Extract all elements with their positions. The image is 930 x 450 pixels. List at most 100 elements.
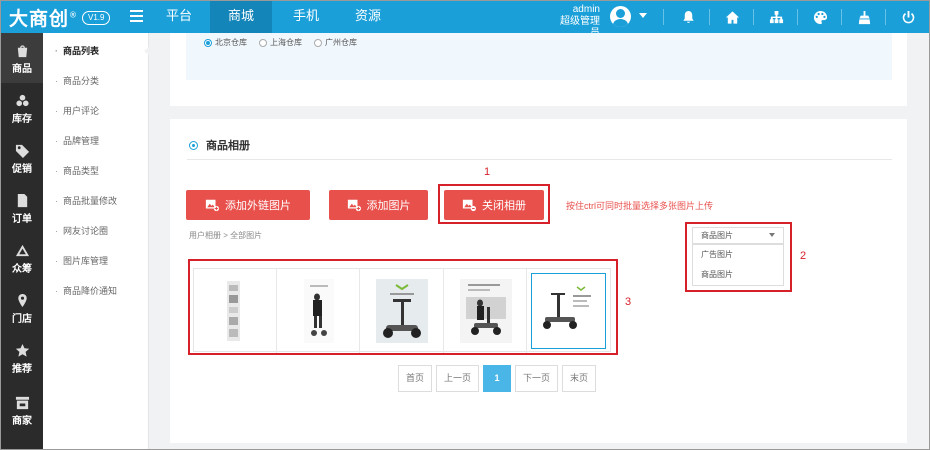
image-add-icon xyxy=(347,199,361,212)
add-external-image-button[interactable]: 添加外链图片 xyxy=(186,190,310,220)
submenu-item-categories[interactable]: 商品分类 xyxy=(43,66,149,96)
broom-icon[interactable] xyxy=(844,1,884,33)
dropdown-option-ad-images[interactable]: 广告图片 xyxy=(693,245,783,265)
sidebar-item-merchants[interactable]: 商家 xyxy=(1,385,43,435)
close-album-button[interactable]: 关闭相册 xyxy=(444,190,544,220)
image-type-select[interactable]: 商品图片 xyxy=(692,227,784,244)
page-current-button[interactable]: 1 xyxy=(483,365,512,392)
warehouse-panel: 北京仓库 上海仓库 广州仓库 xyxy=(170,33,907,106)
warehouse-radio-guangzhou[interactable]: 广州仓库 xyxy=(314,37,357,48)
stack-icon xyxy=(15,94,29,107)
sidebar-item-goods[interactable]: 商品 xyxy=(1,33,43,83)
radio-icon xyxy=(314,38,322,47)
store-icon xyxy=(15,396,29,410)
breadcrumb[interactable]: 用户相册 > 全部图片 xyxy=(189,230,262,241)
warehouse-radio-shanghai[interactable]: 上海仓库 xyxy=(259,37,302,48)
page-prev-button[interactable]: 上一页 xyxy=(436,365,480,392)
radio-label: 北京仓库 xyxy=(215,38,247,47)
home-icon[interactable] xyxy=(712,1,752,33)
divider xyxy=(841,9,842,25)
divider xyxy=(663,9,664,25)
submenu-item-discussions[interactable]: 网友讨论圈 xyxy=(43,216,149,246)
bag-icon xyxy=(17,45,27,58)
gallery-thumbnail[interactable] xyxy=(277,269,361,353)
sidebar-item-promotion[interactable]: 促销 xyxy=(1,133,43,183)
page-next-button[interactable]: 下一页 xyxy=(515,365,559,392)
sitemap-icon[interactable] xyxy=(756,1,796,33)
radio-label: 广州仓库 xyxy=(325,38,357,47)
image-close-icon xyxy=(462,199,476,212)
sidebar-item-crowdfund[interactable]: 众筹 xyxy=(1,233,43,283)
product-image xyxy=(536,279,601,343)
gallery-thumbnail[interactable] xyxy=(444,269,527,353)
section-title: 商品相册 xyxy=(189,137,250,153)
product-image xyxy=(304,279,335,343)
divider xyxy=(187,159,892,160)
sidebar-item-recommend[interactable]: 推荐 xyxy=(1,333,43,383)
avatar[interactable] xyxy=(610,6,631,27)
nav-tab-platform[interactable]: 平台 xyxy=(148,1,210,33)
menu-toggle-icon[interactable] xyxy=(130,10,143,22)
palette-icon[interactable] xyxy=(800,1,840,33)
radio-checked-icon xyxy=(204,38,212,47)
page-last-button[interactable]: 末页 xyxy=(562,365,597,392)
divider xyxy=(885,9,886,25)
sidebar-item-label: 库存 xyxy=(12,114,32,125)
sidebar-item-label: 商家 xyxy=(12,416,32,427)
app-window: 大商创® V1.9 平台 商城 手机 资源 admin 超级管理员 xyxy=(1,1,929,449)
top-bar: 大商创® V1.9 平台 商城 手机 资源 admin 超级管理员 xyxy=(1,1,929,39)
sidebar-item-label: 众筹 xyxy=(12,264,32,275)
warehouse-radio-beijing[interactable]: 北京仓库 xyxy=(204,37,247,48)
annotation-number-3: 3 xyxy=(625,296,632,308)
submenu-item-brands[interactable]: 品牌管理 xyxy=(43,126,149,156)
crowd-icon xyxy=(15,244,29,257)
main-sidebar: 商品 库存 促销 订单 众筹 门店 推荐 商家 xyxy=(1,33,43,449)
power-icon[interactable] xyxy=(888,1,928,33)
page-first-button[interactable]: 首页 xyxy=(398,365,433,392)
sidebar-item-label: 订单 xyxy=(12,214,32,225)
warehouse-radio-group: 北京仓库 上海仓库 广州仓库 xyxy=(204,37,357,48)
bell-icon[interactable] xyxy=(668,1,708,33)
sidebar-item-label: 促销 xyxy=(12,164,32,175)
gallery-thumbnail[interactable] xyxy=(360,269,444,353)
submenu-item-goods-types[interactable]: 商品类型 xyxy=(43,156,149,186)
product-image xyxy=(227,281,240,341)
image-add-icon xyxy=(205,199,219,212)
user-name: admin xyxy=(572,4,600,15)
gallery-thumbnail[interactable] xyxy=(194,269,278,353)
annotation-number-1: 1 xyxy=(484,166,491,178)
submenu-item-batch-edit[interactable]: 商品批量修改 xyxy=(43,186,149,216)
button-label: 关闭相册 xyxy=(482,200,526,212)
add-image-button[interactable]: 添加图片 xyxy=(329,190,428,220)
nav-tab-resources[interactable]: 资源 xyxy=(337,1,399,33)
submenu-item-user-reviews[interactable]: 用户评论 xyxy=(43,96,149,126)
sidebar-item-orders[interactable]: 订单 xyxy=(1,183,43,233)
logo[interactable]: 大商创® xyxy=(9,4,78,31)
divider xyxy=(709,9,710,25)
sidebar-item-stores[interactable]: 门店 xyxy=(1,283,43,333)
section-dot-icon xyxy=(189,140,198,150)
nav-tab-mobile[interactable]: 手机 xyxy=(275,1,337,33)
nav-tab-mall[interactable]: 商城 xyxy=(210,1,272,33)
sidebar-item-stock[interactable]: 库存 xyxy=(1,83,43,133)
submenu-item-image-library[interactable]: 图片库管理 xyxy=(43,246,149,276)
product-image xyxy=(376,279,429,343)
version-badge: V1.9 xyxy=(82,11,111,25)
dropdown-option-goods-images[interactable]: 商品图片 xyxy=(693,265,783,285)
gallery-thumbnail-selected[interactable] xyxy=(527,269,610,353)
pagination: 首页 上一页 1 下一页 末页 xyxy=(398,365,597,392)
star-icon xyxy=(15,343,29,357)
section-title-text: 商品相册 xyxy=(206,140,250,152)
image-type-dropdown: 广告图片 商品图片 xyxy=(692,244,784,286)
submenu-item-price-drop[interactable]: 商品降价通知 xyxy=(43,276,149,306)
upload-hint: 按住ctrl可同时批量选择多张图片上传 xyxy=(566,201,713,211)
warehouse-box: 北京仓库 上海仓库 广州仓库 xyxy=(186,33,892,80)
sidebar-item-label: 推荐 xyxy=(12,364,32,375)
album-panel: 商品相册 1 添加外链图片 添加图片 关闭相册 按住ctrl可同时批量选择多张图… xyxy=(170,119,907,443)
logo-text: 大商创 xyxy=(9,8,70,30)
submenu-item-goods-list[interactable]: 商品列表 xyxy=(43,36,150,66)
chevron-down-icon[interactable] xyxy=(639,13,647,18)
divider xyxy=(753,9,754,25)
sidebar-item-label: 门店 xyxy=(12,314,32,325)
tag-icon xyxy=(15,144,29,158)
